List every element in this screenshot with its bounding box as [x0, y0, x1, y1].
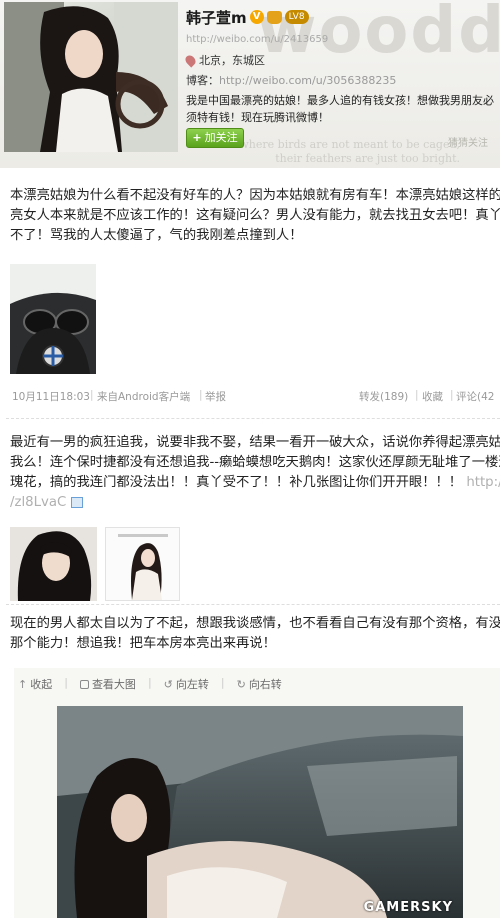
repost-link[interactable]: 转发(189) [359, 389, 408, 404]
profile-info: 韩子萱m V LV8 http://weibo.com/u/2413659 北京… [183, 6, 498, 126]
background-caption-2: their feathers are just too bright. [275, 152, 460, 165]
rotate-left-icon: ↺ [163, 677, 173, 691]
post-line: 那个能力！想追我！把车本房本亮出来再说！ [10, 636, 276, 651]
profile-tag-link[interactable]: 猜猜关注 [448, 134, 488, 149]
blog-link[interactable]: http://weibo.com/u/3056388235 [219, 74, 396, 87]
blog-label: 博客： [186, 74, 219, 87]
profile-location: 北京，东城区 [183, 52, 498, 68]
report-link[interactable]: 举报 [205, 389, 226, 404]
post-source[interactable]: 来自Android客户端 [97, 389, 190, 404]
level-badge: LV8 [284, 10, 309, 24]
rotate-right-label: 向右转 [248, 678, 282, 691]
post-time[interactable]: 10月11日18:03 [12, 389, 90, 404]
comment-link[interactable]: 评论(42 [456, 389, 494, 404]
post-line: 最近有一男的疯狂追我，说要非我不娶，结果一看开一破大众，话说你养得起漂亮姑娘 [10, 435, 500, 450]
short-link[interactable]: http://t.c [466, 475, 500, 490]
post-1-meta: 10月11日18:03 来自Android客户端 举报 转发(189) 收藏 评… [0, 389, 500, 407]
follow-button[interactable]: + 加关注 [186, 128, 244, 148]
post-3-large-photo[interactable]: GAMERSKY [57, 706, 463, 918]
profile-blog: 博客：http://weibo.com/u/3056388235 [186, 72, 498, 88]
rotate-left-label: 向左转 [175, 678, 209, 691]
post-line: 瑰花，搞的我连门都没法出！！真丫受不了！！补几张图让你们开开眼！！！ http:… [0, 473, 500, 493]
post-line: 亮女人本来就是不应该工作的！这有疑问么？男人没有能力，就去找丑女去吧！真丫受 [10, 208, 500, 223]
profile-location-text: 北京，东城区 [199, 54, 265, 67]
collapse-button[interactable]: ↑ 收起 [18, 676, 52, 692]
post-line: 现在的男人都太自以为了不起，想跟我谈感情，也不看看自己有没有那个资格，有没有 [10, 616, 500, 631]
view-large-icon [79, 679, 89, 689]
profile-name-row: 韩子萱m V LV8 [186, 6, 498, 28]
profile-avatar[interactable] [4, 2, 178, 152]
rotate-right-icon: ↻ [236, 677, 246, 691]
post-3-text: 现在的男人都太自以为了不起，想跟我谈感情，也不看看自己有没有那个资格，有没有 那… [0, 614, 500, 654]
plus-icon: + [192, 131, 202, 144]
post-line: 不了！骂我的人太傻逼了，气的我刚差点撞到人！ [10, 228, 303, 243]
post-line-text: 瑰花，搞的我连门都没法出！！真丫受不了！！补几张图让你们开开眼！！！ [10, 475, 463, 490]
view-large-label: 查看大图 [91, 678, 136, 691]
favorite-link[interactable]: 收藏 [422, 389, 443, 404]
follow-label: 加关注 [204, 131, 238, 144]
toolbar-separator: | [220, 676, 225, 689]
profile-bio: 我是中国最漂亮的姑娘！最多人追的有钱女孩！想做我男朋友必须特有钱！现在玩腾讯微博… [186, 94, 494, 124]
profile-name[interactable]: 韩子萱m [186, 7, 247, 28]
vip-crown-icon [266, 10, 282, 24]
rotate-right-button[interactable]: ↻ 向右转 [237, 676, 282, 692]
rotate-left-button[interactable]: ↺ 向左转 [164, 676, 209, 692]
post-line: /zl8LvaC [0, 493, 500, 513]
toolbar-separator: | [147, 676, 152, 689]
location-pin-icon [183, 52, 198, 68]
background-caption-1: where birds are not meant to be caged, [239, 138, 460, 151]
watermark: GAMERSKY [363, 900, 453, 915]
view-large-button[interactable]: 查看大图 [79, 676, 136, 692]
image-attachment-icon[interactable] [70, 496, 83, 508]
post-1-text: 本漂亮姑娘为什么看不起没有好车的人？因为本姑娘就有房有车！本漂亮姑娘这样的漂 亮… [0, 186, 500, 246]
post-2-photo-2[interactable] [105, 527, 180, 601]
collapse-label: 收起 [30, 678, 53, 691]
profile-header: woodd where birds are not meant to be ca… [0, 0, 500, 168]
post-divider [6, 418, 500, 419]
post-line: 本漂亮姑娘为什么看不起没有好车的人？因为本姑娘就有房有车！本漂亮姑娘这样的漂 [10, 188, 500, 203]
short-link-cont[interactable]: /zl8LvaC [10, 495, 66, 510]
collapse-icon: ↑ [18, 677, 28, 691]
image-toolbar: ↑ 收起 | 查看大图 | ↺ 向左转 | ↻ 向右转 [18, 676, 282, 692]
post-line: 我么！连个保时捷都没有还想追我--癞蛤蟆想吃天鹅肉！这家伙还厚颜无耻堆了一楼道玫 [10, 455, 500, 470]
post-2-photo-1[interactable] [10, 527, 97, 601]
profile-url[interactable]: http://weibo.com/u/2413659 [186, 32, 498, 48]
verified-icon: V [249, 10, 264, 24]
post-1-photo[interactable] [10, 264, 96, 374]
post-2-text: 最近有一男的疯狂追我，说要非我不娶，结果一看开一破大众，话说你养得起漂亮姑娘 我… [0, 433, 500, 513]
toolbar-separator: | [64, 676, 68, 689]
post-divider [6, 604, 500, 605]
